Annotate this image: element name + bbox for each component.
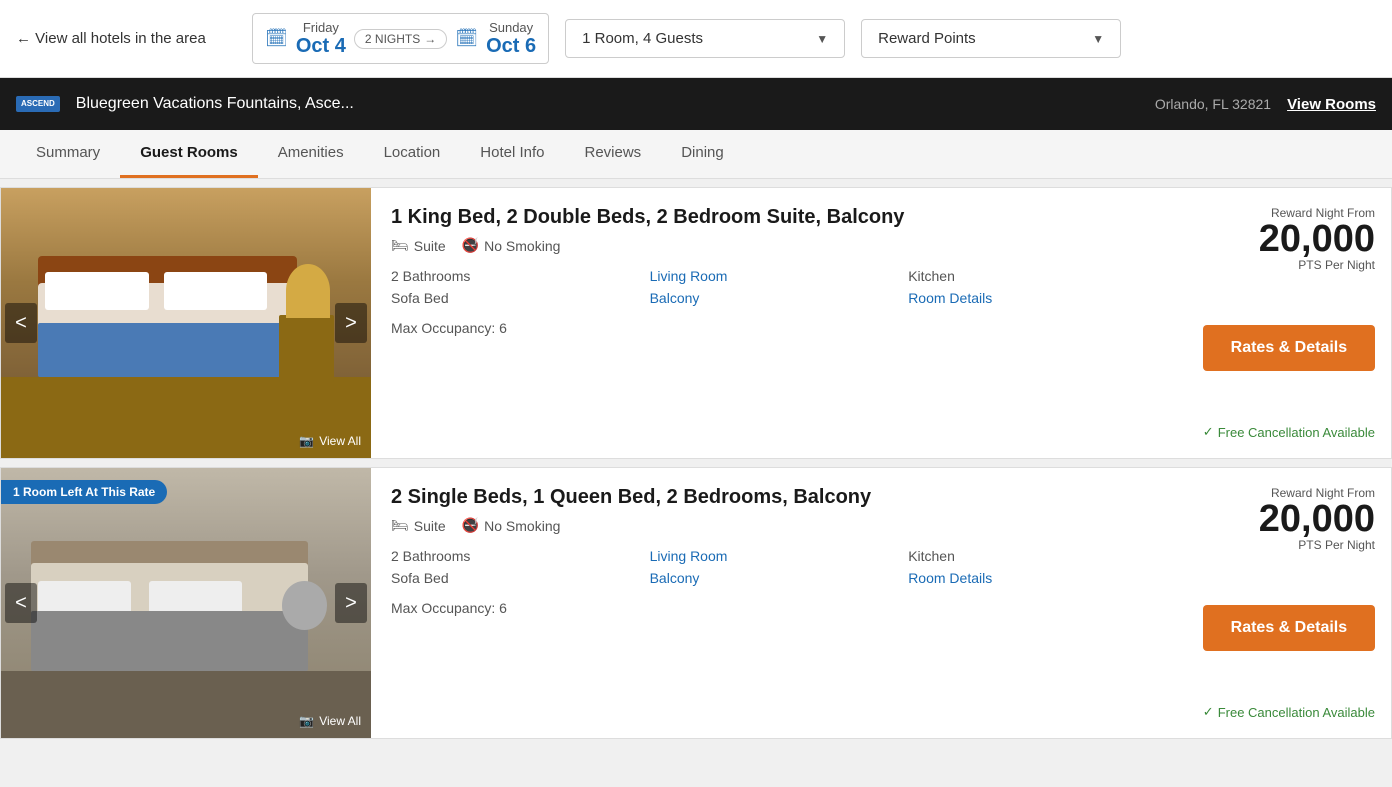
room-badges: 🛏 Suite 🚭 No Smoking bbox=[391, 517, 1167, 534]
checkout-label: Sunday bbox=[489, 20, 533, 35]
feature-item: 2 Bathrooms bbox=[391, 548, 650, 564]
feature-link[interactable]: Living Room bbox=[650, 268, 728, 284]
no-smoking-icon: 🚭 bbox=[462, 517, 479, 534]
tab-dining[interactable]: Dining bbox=[661, 130, 744, 178]
room-guests-label: 1 Room, 4 Guests bbox=[582, 30, 703, 47]
pts-per-night: PTS Per Night bbox=[1259, 258, 1375, 272]
nights-pill: 2 NIGHTS → bbox=[354, 29, 447, 49]
room-title: 2 Single Beds, 1 Queen Bed, 2 Bedrooms, … bbox=[391, 486, 1167, 509]
suite-badge: 🛏 Suite bbox=[391, 517, 446, 534]
checkout-calendar-icon: 🗓 bbox=[455, 28, 478, 49]
reward-points-selector[interactable]: Reward Points ▼ bbox=[861, 19, 1121, 58]
check-icon: ✓ bbox=[1203, 704, 1214, 720]
room-pricing-room2: Reward Night From 20,000 PTS Per Night R… bbox=[1187, 468, 1391, 738]
hotel-location: Orlando, FL 32821 bbox=[1155, 96, 1271, 112]
max-occupancy: Max Occupancy: 6 bbox=[391, 320, 1167, 336]
room-features: 2 BathroomsLiving Room Kitchen Sofa BedBal… bbox=[391, 268, 1167, 306]
image-prev-button[interactable]: < bbox=[5, 583, 37, 623]
feature-item: Sofa Bed bbox=[391, 570, 650, 586]
checkin-label: Friday bbox=[303, 20, 339, 35]
feature-item: Sofa Bed bbox=[391, 290, 650, 306]
top-bar: ← View all hotels in the area 🗓 Friday O… bbox=[0, 0, 1392, 78]
no-smoking-icon: 🚭 bbox=[462, 237, 479, 254]
smoking-label: No Smoking bbox=[484, 238, 560, 254]
room-image-area-room2: 1 Room Left At This Rate < > 📷View All bbox=[1, 468, 371, 738]
reward-points-label: Reward Points bbox=[878, 30, 976, 47]
tab-reviews[interactable]: Reviews bbox=[565, 130, 662, 178]
feature-link[interactable]: Balcony bbox=[650, 570, 700, 586]
free-cancel-label: Free Cancellation Available bbox=[1218, 425, 1375, 440]
view-all-photos[interactable]: 📷View All bbox=[299, 714, 361, 728]
feature-item: Kitchen bbox=[908, 548, 1167, 564]
bed-icon: 🛏 bbox=[391, 237, 409, 254]
feature-item[interactable]: Balcony bbox=[650, 570, 909, 586]
pts-per-night: PTS Per Night bbox=[1259, 538, 1375, 552]
free-cancel-label: Free Cancellation Available bbox=[1218, 705, 1375, 720]
feature-link[interactable]: Room Details bbox=[908, 290, 992, 306]
hotel-header: ASCEND Bluegreen Vacations Fountains, As… bbox=[0, 78, 1392, 130]
tab-summary[interactable]: Summary bbox=[16, 130, 120, 178]
suite-label: Suite bbox=[414, 518, 446, 534]
checkout-date-box: Sunday Oct 6 bbox=[486, 20, 536, 57]
arrow-right: → bbox=[424, 32, 436, 46]
room-list: < > 📷View All 1 King Bed, 2 Double Beds, 2 … bbox=[0, 187, 1392, 739]
room-card-room2: 1 Room Left At This Rate < > 📷View All 2 Sin… bbox=[0, 467, 1392, 739]
smoking-badge: 🚭 No Smoking bbox=[462, 237, 561, 254]
suite-label: Suite bbox=[414, 238, 446, 254]
feature-item[interactable]: Room Details bbox=[908, 290, 1167, 306]
hotel-name: Bluegreen Vacations Fountains, Asce... bbox=[76, 95, 1139, 113]
room-guests-selector[interactable]: 1 Room, 4 Guests ▼ bbox=[565, 19, 845, 58]
image-next-button[interactable]: > bbox=[335, 583, 367, 623]
ascend-badge: ASCEND bbox=[16, 96, 60, 112]
room-image-area-room1: < > 📷View All bbox=[1, 188, 371, 458]
tab-guest-rooms[interactable]: Guest Rooms bbox=[120, 130, 258, 178]
nav-tabs: SummaryGuest RoomsAmenitiesLocationHotel… bbox=[0, 130, 1392, 179]
check-icon: ✓ bbox=[1203, 424, 1214, 440]
feature-item[interactable]: Room Details bbox=[908, 570, 1167, 586]
feature-item: Kitchen bbox=[908, 268, 1167, 284]
feature-item[interactable]: Balcony bbox=[650, 290, 909, 306]
max-occupancy: Max Occupancy: 6 bbox=[391, 600, 1167, 616]
room-title: 1 King Bed, 2 Double Beds, 2 Bedroom Sui… bbox=[391, 206, 1167, 229]
tab-location[interactable]: Location bbox=[364, 130, 461, 178]
tab-amenities[interactable]: Amenities bbox=[258, 130, 364, 178]
reward-chevron: ▼ bbox=[1092, 32, 1104, 46]
room-info-room2: 2 Single Beds, 1 Queen Bed, 2 Bedrooms, … bbox=[371, 468, 1187, 738]
room-badges: 🛏 Suite 🚭 No Smoking bbox=[391, 237, 1167, 254]
image-prev-button[interactable]: < bbox=[5, 303, 37, 343]
checkout-date: Oct 6 bbox=[486, 35, 536, 57]
feature-link[interactable]: Balcony bbox=[650, 290, 700, 306]
view-rooms-link[interactable]: View Rooms bbox=[1287, 96, 1376, 113]
checkin-calendar-icon: 🗓 bbox=[265, 28, 288, 49]
room-pricing-room1: Reward Night From 20,000 PTS Per Night R… bbox=[1187, 188, 1391, 458]
room-features: 2 BathroomsLiving Room Kitchen Sofa BedBal… bbox=[391, 548, 1167, 586]
smoking-label: No Smoking bbox=[484, 518, 560, 534]
bed-icon: 🛏 bbox=[391, 517, 409, 534]
image-next-button[interactable]: > bbox=[335, 303, 367, 343]
checkin-date-box: Friday Oct 4 bbox=[296, 20, 346, 57]
rates-details-button[interactable]: Rates & Details bbox=[1203, 605, 1375, 651]
free-cancellation: ✓ Free Cancellation Available bbox=[1203, 424, 1375, 440]
points-value: 20,000 bbox=[1259, 500, 1375, 538]
feature-link[interactable]: Living Room bbox=[650, 548, 728, 564]
view-all-photos[interactable]: 📷View All bbox=[299, 434, 361, 448]
smoking-badge: 🚭 No Smoking bbox=[462, 517, 561, 534]
rates-details-button[interactable]: Rates & Details bbox=[1203, 325, 1375, 371]
back-link[interactable]: ← View all hotels in the area bbox=[16, 30, 236, 47]
availability-badge: 1 Room Left At This Rate bbox=[1, 480, 167, 504]
feature-link[interactable]: Room Details bbox=[908, 570, 992, 586]
room-guests-chevron: ▼ bbox=[816, 32, 828, 46]
date-selector[interactable]: 🗓 Friday Oct 4 2 NIGHTS → 🗓 Sunday Oct 6 bbox=[252, 13, 549, 64]
suite-badge: 🛏 Suite bbox=[391, 237, 446, 254]
room-info-room1: 1 King Bed, 2 Double Beds, 2 Bedroom Sui… bbox=[371, 188, 1187, 458]
checkin-date: Oct 4 bbox=[296, 35, 346, 57]
feature-item: 2 Bathrooms bbox=[391, 268, 650, 284]
feature-item[interactable]: Living Room bbox=[650, 268, 909, 284]
tab-hotel-info[interactable]: Hotel Info bbox=[460, 130, 564, 178]
free-cancellation: ✓ Free Cancellation Available bbox=[1203, 704, 1375, 720]
nights-label: 2 NIGHTS bbox=[365, 32, 420, 46]
room-card-room1: < > 📷View All 1 King Bed, 2 Double Beds, 2 … bbox=[0, 187, 1392, 459]
feature-item[interactable]: Living Room bbox=[650, 548, 909, 564]
points-value: 20,000 bbox=[1259, 220, 1375, 258]
